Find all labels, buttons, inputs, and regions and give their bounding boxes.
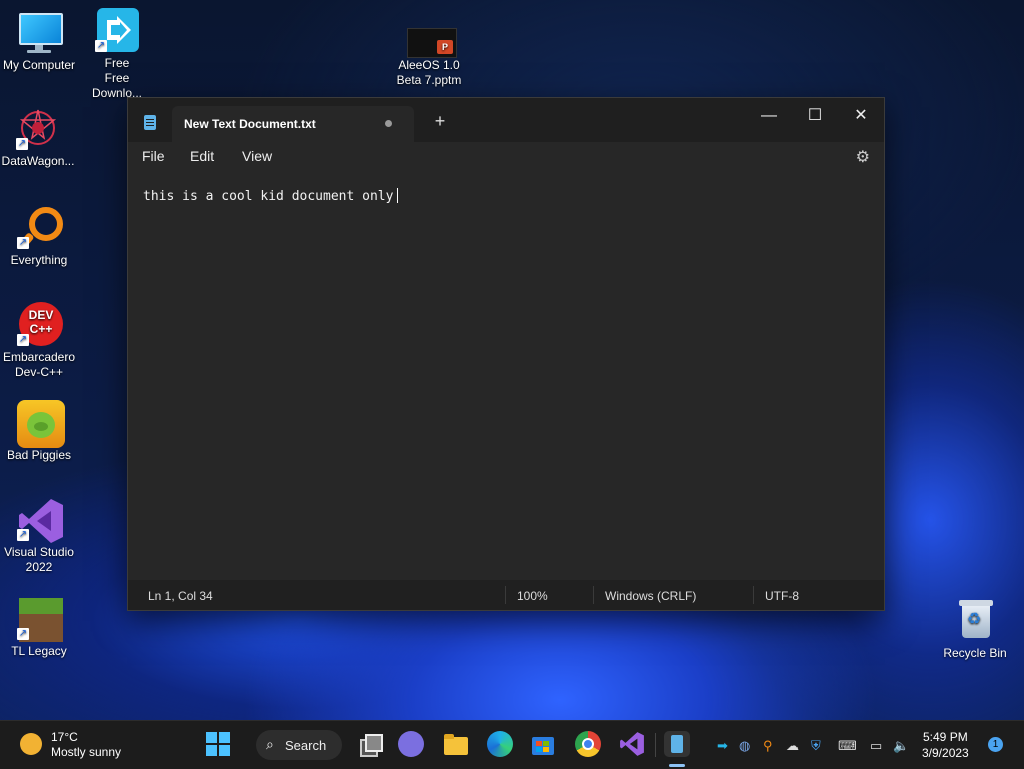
gear-icon[interactable]: ⚙ bbox=[856, 147, 870, 167]
desktop-icon-label: Bad Piggies bbox=[6, 448, 72, 462]
menu-edit[interactable]: Edit bbox=[190, 148, 214, 164]
datawagon-icon: ↗ bbox=[16, 106, 60, 150]
chrome-browser-icon[interactable] bbox=[575, 731, 601, 757]
text-editor[interactable]: this is a cool kid document only bbox=[128, 172, 884, 580]
powerpoint-file-icon: P bbox=[407, 28, 457, 58]
network-globe-icon[interactable]: ◍ bbox=[739, 738, 750, 754]
shortcut-arrow-icon: ↗ bbox=[17, 334, 29, 346]
everything-tray-icon[interactable]: ⚲ bbox=[763, 738, 773, 754]
desktop-icon-datawagon[interactable]: ↗ DataWagon... bbox=[0, 106, 76, 169]
desktop-icon-aleeos-pptm[interactable]: P AleeOS 1.0 Beta 7.pptm bbox=[388, 28, 470, 88]
notepad-icon bbox=[144, 115, 156, 130]
desktop-icon-free-download-manager[interactable]: ↗ Free Free Downlo... bbox=[79, 8, 155, 101]
search-icon: ⌕ bbox=[266, 736, 274, 752]
visual-studio-icon: ↗ bbox=[17, 497, 63, 543]
desktop-icon-everything[interactable]: ↗ Everything bbox=[1, 205, 77, 268]
devcpp-badge-text: DEV C++ bbox=[28, 308, 54, 336]
file-explorer-icon[interactable] bbox=[443, 731, 469, 757]
desktop-icon-bad-piggies[interactable]: Bad Piggies bbox=[1, 400, 77, 463]
teams-chat-icon[interactable] bbox=[398, 731, 424, 757]
clock[interactable]: 5:49 PM 3/9/2023 bbox=[922, 729, 969, 761]
shortcut-arrow-icon: ↗ bbox=[17, 628, 29, 640]
title-bar[interactable]: New Text Document.txt + — ☐ ✕ bbox=[128, 98, 884, 142]
desktop-icon-label: Embarcadero Dev-C++ bbox=[2, 350, 76, 379]
magnifier-search-icon: ↗ bbox=[17, 205, 63, 249]
notification-badge[interactable]: 1 bbox=[988, 737, 1003, 752]
fdm-tray-icon[interactable]: ➡ bbox=[717, 738, 728, 754]
devcpp-icon: DEV C++ ↗ bbox=[17, 302, 63, 346]
weather-temp: 17°C bbox=[51, 730, 78, 744]
taskbar-divider bbox=[655, 733, 656, 757]
visual-studio-icon[interactable] bbox=[619, 731, 645, 757]
desktop-icon-label: Visual Studio 2022 bbox=[4, 545, 74, 574]
menu-bar: File Edit View ⚙ bbox=[128, 142, 884, 172]
maximize-button[interactable]: ☐ bbox=[792, 102, 838, 132]
shortcut-arrow-icon: ↗ bbox=[95, 40, 107, 52]
clock-date: 3/9/2023 bbox=[922, 746, 969, 760]
download-arrow-icon: ↗ bbox=[95, 8, 139, 52]
edge-browser-icon[interactable] bbox=[487, 731, 513, 757]
tab-title: New Text Document.txt bbox=[184, 117, 316, 131]
clock-time: 5:49 PM bbox=[923, 730, 968, 744]
microsoft-store-icon[interactable] bbox=[530, 731, 556, 757]
desktop-icon-label: TL Legacy bbox=[11, 644, 67, 658]
text-caret bbox=[397, 188, 399, 203]
notepad-taskbar-icon[interactable] bbox=[664, 731, 690, 757]
shortcut-arrow-icon: ↗ bbox=[16, 138, 28, 150]
desktop-icon-tl-legacy[interactable]: ↗ TL Legacy bbox=[1, 596, 77, 659]
status-divider bbox=[593, 586, 594, 604]
desktop-icon-label: Recycle Bin bbox=[943, 646, 1007, 660]
sun-cloud-icon bbox=[20, 733, 42, 755]
menu-file[interactable]: File bbox=[142, 148, 165, 164]
active-app-indicator bbox=[669, 764, 685, 767]
unsaved-dot-icon[interactable] bbox=[385, 120, 392, 127]
desktop-icon-my-computer[interactable]: My Computer bbox=[1, 10, 77, 73]
desktop-icon-label: Everything bbox=[10, 253, 68, 267]
display-icon[interactable]: ▭ bbox=[870, 738, 882, 754]
desktop-icon-label: DataWagon... bbox=[1, 154, 75, 168]
desktop-icon-label: Free Free Downlo... bbox=[91, 56, 143, 100]
minimize-button[interactable]: — bbox=[746, 102, 792, 132]
monitor-icon bbox=[17, 10, 63, 54]
taskbar: 17°C Mostly sunny ⌕ Search ➡ ◍ ⚲ ☁ ⛨ ⌨ ▭… bbox=[0, 720, 1024, 769]
speaker-icon[interactable]: 🔈 bbox=[893, 738, 909, 754]
start-button[interactable] bbox=[205, 731, 231, 757]
desktop-icon-label: My Computer bbox=[2, 58, 76, 72]
keyboard-icon[interactable]: ⌨ bbox=[838, 738, 857, 754]
tab-document[interactable]: New Text Document.txt bbox=[172, 106, 414, 142]
desktop-icon-visual-studio[interactable]: ↗ Visual Studio 2022 bbox=[1, 497, 77, 575]
new-tab-button[interactable]: + bbox=[430, 111, 450, 132]
notepad-window[interactable]: New Text Document.txt + — ☐ ✕ File Edit … bbox=[127, 97, 885, 611]
onedrive-icon[interactable]: ☁ bbox=[786, 738, 799, 754]
desktop-icon-label: AleeOS 1.0 Beta 7.pptm bbox=[396, 58, 462, 87]
shortcut-arrow-icon: ↗ bbox=[17, 529, 29, 541]
green-pig-icon bbox=[17, 400, 65, 448]
close-button[interactable]: ✕ bbox=[838, 102, 884, 132]
desktop-icon-recycle-bin[interactable]: ♻ Recycle Bin bbox=[937, 598, 1013, 661]
status-divider bbox=[505, 586, 506, 604]
status-divider bbox=[753, 586, 754, 604]
weather-desc: Mostly sunny bbox=[51, 745, 122, 759]
encoding[interactable]: UTF-8 bbox=[765, 589, 799, 603]
taskbar-search[interactable]: ⌕ Search bbox=[256, 730, 342, 760]
desktop-icon-devcpp[interactable]: DEV C++ ↗ Embarcadero Dev-C++ bbox=[1, 302, 77, 380]
recycle-bin-icon: ♻ bbox=[953, 598, 997, 642]
cursor-position: Ln 1, Col 34 bbox=[148, 589, 213, 603]
line-ending[interactable]: Windows (CRLF) bbox=[605, 589, 696, 603]
shortcut-arrow-icon: ↗ bbox=[17, 237, 29, 249]
status-bar: Ln 1, Col 34 100% Windows (CRLF) UTF-8 bbox=[128, 580, 884, 610]
grass-block-icon: ↗ bbox=[17, 596, 63, 642]
defender-shield-icon[interactable]: ⛨ bbox=[811, 738, 821, 754]
zoom-level[interactable]: 100% bbox=[517, 589, 548, 603]
menu-view[interactable]: View bbox=[242, 148, 272, 164]
task-view-icon[interactable] bbox=[356, 731, 383, 757]
search-label: Search bbox=[285, 738, 327, 753]
document-content: this is a cool kid document only bbox=[143, 189, 394, 204]
